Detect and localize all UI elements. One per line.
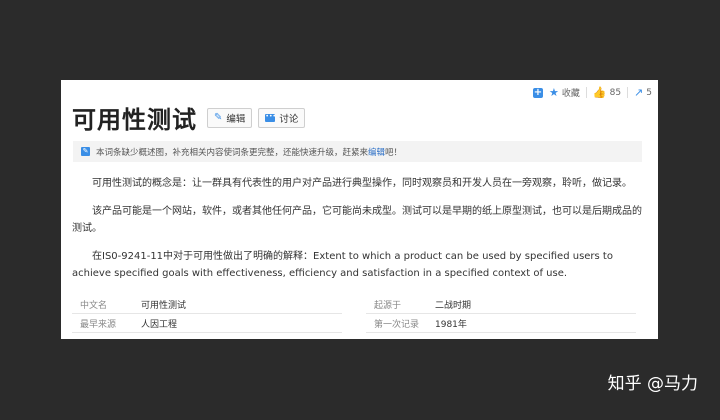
info-cell: 中文名 可用性测试: [72, 295, 342, 314]
share-count: 5: [646, 87, 652, 98]
encyclopedia-card: + ★ 收藏 👍 85 ↗ 5 可用性测试 ✎ 编辑 ••• 讨论 ✎ 本词条缺…: [61, 80, 658, 339]
info-cell: 第一次记录 1981年: [366, 314, 636, 333]
info-cell: 起源于 二战时期: [366, 295, 636, 314]
share-icon: ↗: [634, 86, 644, 99]
title-row: 可用性测试 ✎ 编辑 ••• 讨论: [72, 100, 306, 135]
info-value: 1981年: [435, 319, 467, 330]
paragraph-concept: 可用性测试的概念是：让一群具有代表性的用户对产品进行典型操作，同时观察员和开发人…: [92, 178, 632, 189]
pencil-icon: ✎: [214, 112, 223, 123]
plus-icon: +: [533, 86, 543, 98]
discuss-button[interactable]: ••• 讨论: [258, 107, 306, 128]
info-key: 第一次记录: [374, 319, 420, 330]
divider: [627, 87, 629, 98]
thumbs-up-icon: 👍: [592, 86, 607, 99]
page-title: 可用性测试: [72, 106, 197, 134]
edit-label: 编辑: [226, 113, 246, 125]
edit-notice-icon: ✎: [81, 147, 90, 156]
notice-text-end: 吧！: [385, 147, 403, 158]
info-cell: 最早来源 人因工程: [72, 314, 342, 333]
top-actions: + ★ 收藏 👍 85 ↗ 5: [533, 86, 652, 99]
info-key: 起源于: [374, 300, 402, 311]
like-count: 85: [609, 87, 622, 98]
info-table: 中文名 可用性测试 起源于 二战时期 最早来源 人因工程 第一次记录 1981年: [72, 295, 647, 333]
paragraph-iso: 在IS0-9241-11中对于可用性做出了明确的解释：Extent to whi…: [72, 251, 613, 279]
favorite-label: 收藏: [561, 89, 580, 99]
favorite-button[interactable]: ★ 收藏: [549, 86, 580, 99]
paragraph-product: 该产品可能是一个网站，软件，或者其他任何产品，它可能尚未成型。测试可以是早期的纸…: [72, 206, 642, 234]
add-button[interactable]: +: [533, 86, 543, 98]
info-value: 人因工程: [141, 319, 178, 330]
notice-bar: ✎ 本词条缺少概述图，补充相关内容使词条更完整，还能快速升级，赶紧来 编辑 吧！: [73, 141, 642, 162]
chat-icon: •••: [265, 112, 277, 122]
notice-edit-link[interactable]: 编辑: [368, 146, 385, 158]
info-key: 中文名: [80, 300, 108, 311]
info-value: 可用性测试: [141, 300, 187, 311]
watermark: 知乎 @马力: [607, 374, 698, 394]
divider: [585, 87, 587, 98]
star-icon: ★: [549, 86, 559, 99]
info-value: 二战时期: [435, 300, 472, 311]
notice-text: 本词条缺少概述图，补充相关内容使词条更完整，还能快速升级，赶紧来: [96, 147, 369, 158]
share-button[interactable]: ↗ 5: [634, 87, 652, 98]
info-row: 最早来源 人因工程 第一次记录 1981年: [72, 314, 647, 333]
info-row: 中文名 可用性测试 起源于 二战时期: [72, 295, 647, 314]
info-key: 最早来源: [80, 319, 117, 330]
like-button[interactable]: 👍 85: [593, 87, 621, 98]
discuss-label: 讨论: [279, 113, 299, 125]
edit-button[interactable]: ✎ 编辑: [207, 107, 253, 128]
